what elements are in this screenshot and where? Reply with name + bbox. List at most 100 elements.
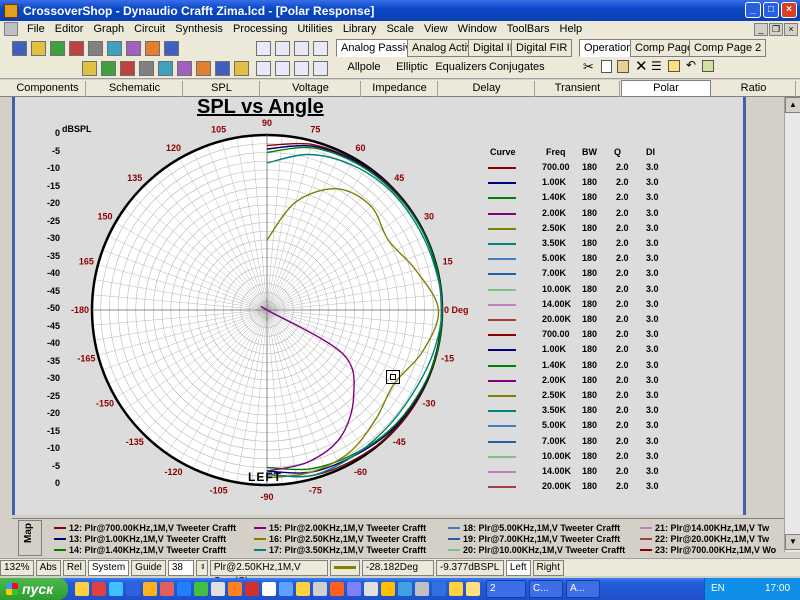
- quick-launch-icon[interactable]: [381, 582, 395, 596]
- table-row[interactable]: 1.40K 180 2.0 3.0: [488, 360, 668, 372]
- table-row[interactable]: 5.00K 180 2.0 3.0: [488, 253, 668, 265]
- toolbar-import-icon[interactable]: [126, 41, 141, 56]
- quick-launch-icon[interactable]: [432, 582, 446, 596]
- quick-launch-icon[interactable]: [279, 582, 293, 596]
- legend-item[interactable]: 18: Plr@5.00KHz,1M,V Tweeter Crafft: [448, 523, 620, 533]
- toolbar-view-1-icon[interactable]: [275, 41, 290, 56]
- quick-launch-icon[interactable]: [177, 582, 191, 596]
- table-row[interactable]: 10.00K 180 2.0 3.0: [488, 451, 668, 463]
- zoom-level[interactable]: 132%: [0, 559, 34, 576]
- close-button[interactable]: ×: [781, 2, 797, 18]
- menu-help[interactable]: Help: [555, 23, 588, 35]
- menu-graph[interactable]: Graph: [88, 23, 129, 35]
- mdi-close-button[interactable]: ×: [784, 23, 798, 36]
- table-row[interactable]: 700.00 180 2.0 3.0: [488, 329, 668, 341]
- toolbar-view-6-icon[interactable]: [294, 61, 309, 76]
- right-button[interactable]: Right: [532, 559, 564, 576]
- quick-launch-icon[interactable]: [92, 582, 106, 596]
- legend-item[interactable]: 17: Plr@3.50KHz,1M,V Tweeter Crafft: [254, 545, 426, 555]
- taskbar-task-crossovershop[interactable]: C...: [529, 580, 563, 598]
- delete-icon[interactable]: ✕: [635, 57, 648, 75]
- tab-conjugates[interactable]: Conjugates: [489, 59, 545, 77]
- table-row[interactable]: 20.00K 180 2.0 3.0: [488, 314, 668, 326]
- menu-toolbars[interactable]: ToolBars: [502, 23, 555, 35]
- toolbar-open-icon[interactable]: [31, 41, 46, 56]
- quick-launch-icon[interactable]: [75, 582, 89, 596]
- menu-circuit[interactable]: Circuit: [129, 23, 170, 35]
- left-button[interactable]: Left: [505, 559, 531, 576]
- tab-components[interactable]: Components: [10, 81, 86, 97]
- toolbar-export-icon[interactable]: [107, 41, 122, 56]
- table-row[interactable]: 3.50K 180 2.0 3.0: [488, 238, 668, 250]
- toolbar-curve-icon[interactable]: [234, 61, 249, 76]
- legend-item[interactable]: 14: Plr@1.40KHz,1M,V Tweeter Crafft: [54, 545, 226, 555]
- legend-item[interactable]: 19: Plr@7.00KHz,1M,V Tweeter Crafft: [448, 534, 620, 544]
- table-row[interactable]: 2.00K 180 2.0 3.0: [488, 375, 668, 387]
- settings-icon[interactable]: [702, 60, 714, 72]
- map-tab[interactable]: Map: [18, 520, 42, 556]
- menu-view[interactable]: View: [419, 23, 453, 35]
- table-row[interactable]: 7.00K 180 2.0 3.0: [488, 436, 668, 448]
- mdi-minimize-button[interactable]: _: [754, 23, 768, 36]
- table-row[interactable]: 2.00K 180 2.0 3.0: [488, 208, 668, 220]
- tab-allpole[interactable]: Allpole: [340, 59, 388, 77]
- menu-utilities[interactable]: Utilities: [292, 23, 337, 35]
- tab-delay[interactable]: Delay: [439, 81, 535, 97]
- quick-launch-icon[interactable]: [109, 582, 123, 596]
- tab-impedance[interactable]: Impedance: [362, 81, 438, 97]
- tab-digital-fir[interactable]: Digital FIR: [511, 39, 573, 57]
- cut-icon[interactable]: ✂: [583, 59, 594, 75]
- taskbar-task-group[interactable]: 2: [486, 580, 526, 598]
- quick-launch-icon[interactable]: [194, 582, 208, 596]
- table-row[interactable]: 14.00K 180 2.0 3.0: [488, 299, 668, 311]
- table-row[interactable]: 2.50K 180 2.0 3.0: [488, 390, 668, 402]
- toolbar-data-icon[interactable]: [196, 61, 211, 76]
- toolbar-view-0-icon[interactable]: [256, 41, 271, 56]
- quick-launch-icon[interactable]: [211, 582, 225, 596]
- folder-icon[interactable]: [668, 60, 680, 72]
- toolbar-copy-icon[interactable]: [164, 41, 179, 56]
- quick-launch-icon[interactable]: [330, 582, 344, 596]
- table-row[interactable]: 1.00K 180 2.0 3.0: [488, 344, 668, 356]
- quick-launch-icon[interactable]: [398, 582, 412, 596]
- table-row[interactable]: 7.00K 180 2.0 3.0: [488, 268, 668, 280]
- toolbar-view-3-icon[interactable]: [313, 41, 328, 56]
- tab-schematic[interactable]: Schematic: [87, 81, 183, 97]
- table-row[interactable]: 5.00K 180 2.0 3.0: [488, 420, 668, 432]
- minimize-button[interactable]: _: [745, 2, 761, 18]
- guide-button[interactable]: Guide: [131, 559, 166, 576]
- guide-spinner[interactable]: ⇕: [195, 559, 208, 576]
- menu-library[interactable]: Library: [338, 23, 382, 35]
- toolbar-view-4-icon[interactable]: [256, 61, 271, 76]
- system-button[interactable]: System: [87, 559, 130, 576]
- quick-launch-icon[interactable]: [466, 582, 480, 596]
- legend-item[interactable]: 12: Plr@700.00KHz,1M,V Tweeter Crafft: [54, 523, 236, 533]
- toolbar-save-icon[interactable]: [50, 41, 65, 56]
- scroll-down-arrow[interactable]: ▼: [785, 534, 800, 550]
- toolbar-grid-icon[interactable]: [158, 61, 173, 76]
- toolbar-view-5-icon[interactable]: [275, 61, 290, 76]
- tab-spl[interactable]: SPL: [184, 81, 260, 97]
- menu-processing[interactable]: Processing: [228, 23, 292, 35]
- menu-file[interactable]: File: [22, 23, 50, 35]
- document-icon[interactable]: [4, 22, 18, 36]
- tab-voltage[interactable]: Voltage: [261, 81, 361, 97]
- toolbar-new-icon[interactable]: [12, 41, 27, 56]
- toolbar-zoom-in-icon[interactable]: [101, 61, 116, 76]
- quick-launch-icon[interactable]: [364, 582, 378, 596]
- table-row[interactable]: 1.00K 180 2.0 3.0: [488, 177, 668, 189]
- guide-value[interactable]: 38: [167, 559, 194, 576]
- legend-item[interactable]: 13: Plr@1.00KHz,1M,V Tweeter Crafft: [54, 534, 226, 544]
- toolbar-window-icon[interactable]: [215, 61, 230, 76]
- quick-launch-icon[interactable]: [313, 582, 327, 596]
- scroll-up-arrow[interactable]: ▲: [785, 97, 800, 113]
- quick-launch-icon[interactable]: [245, 582, 259, 596]
- menu-synthesis[interactable]: Synthesis: [170, 23, 228, 35]
- paste-icon[interactable]: [617, 60, 629, 73]
- toolbar-zoom-out-icon[interactable]: [120, 61, 135, 76]
- toolbar-print-icon[interactable]: [69, 41, 84, 56]
- table-row[interactable]: 10.00K 180 2.0 3.0: [488, 284, 668, 296]
- legend-item[interactable]: 20: Plr@10.00KHz,1M,V Tweeter Crafft: [448, 545, 625, 555]
- toolbar-layout-icon[interactable]: [139, 61, 154, 76]
- toolbar-view-7-icon[interactable]: [313, 61, 328, 76]
